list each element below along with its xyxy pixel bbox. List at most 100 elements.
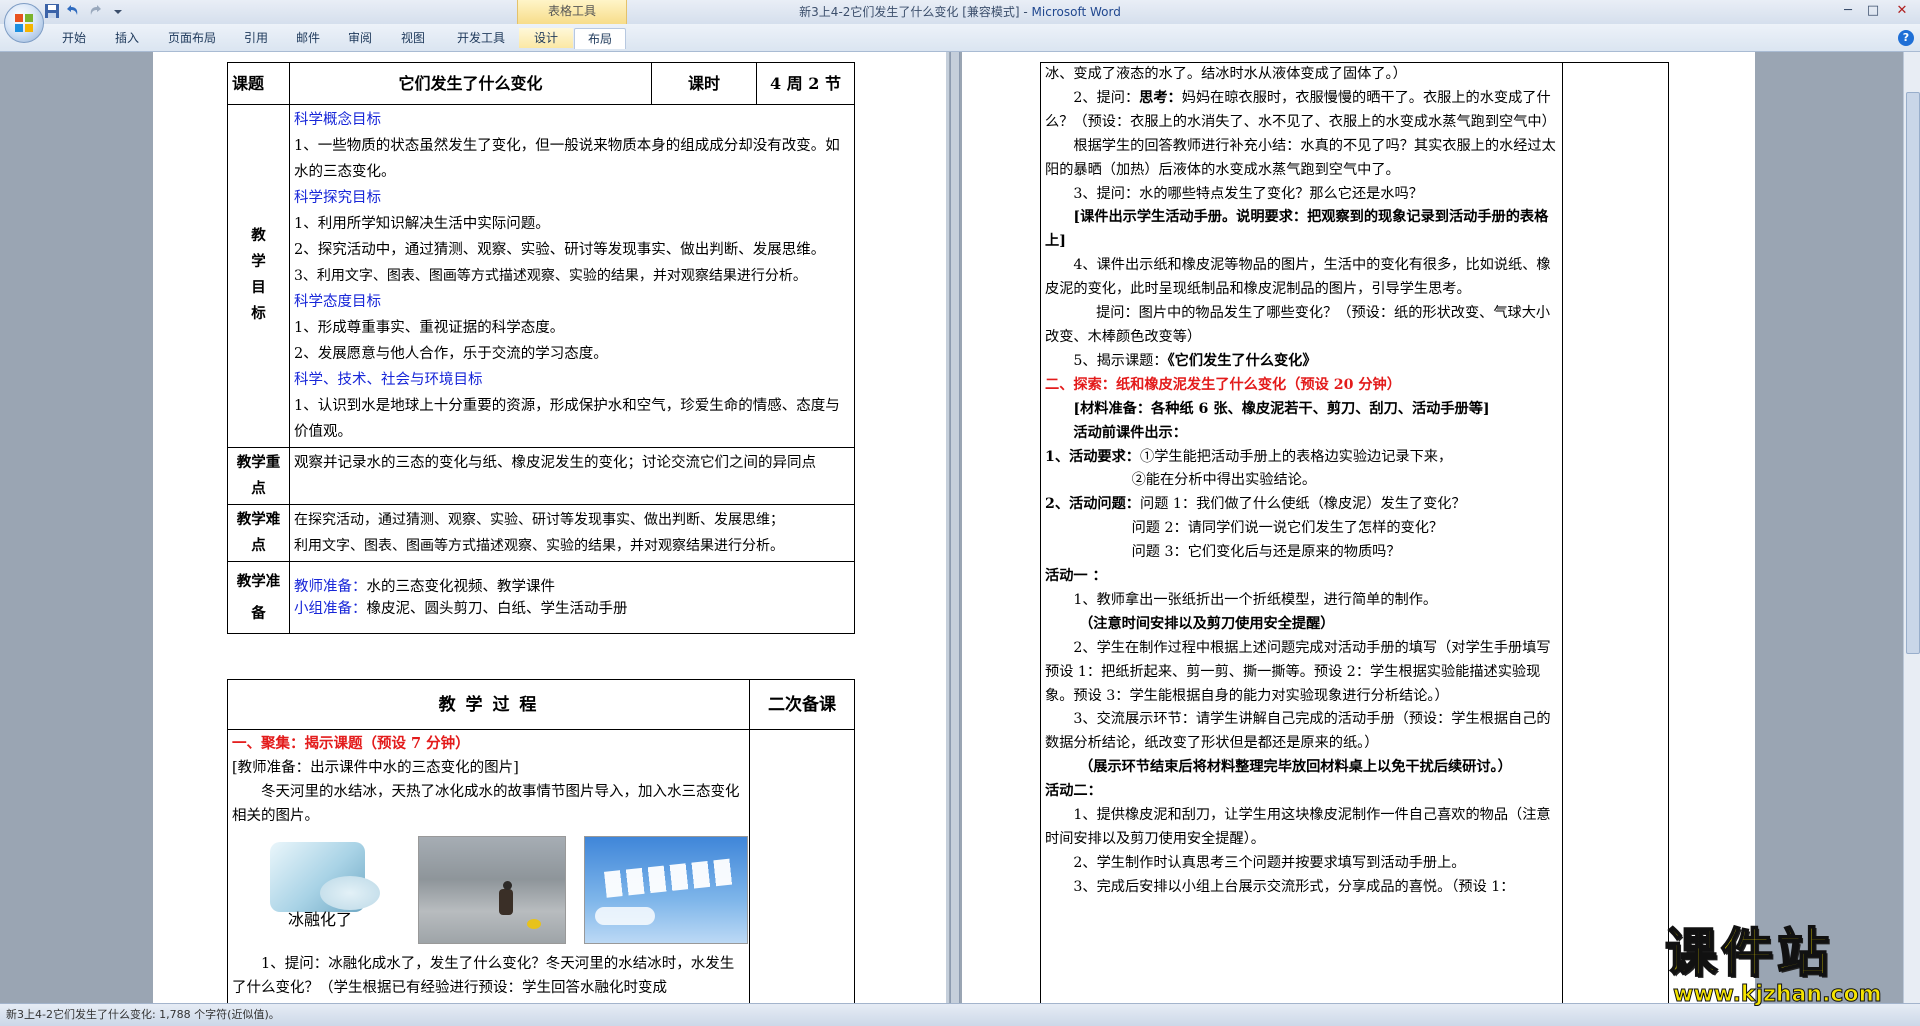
tab-developer[interactable]: 开发工具 [446,28,516,48]
maximize-button[interactable]: □ [1862,2,1884,20]
process-line: 活动二： [1045,780,1558,804]
page-split-bar[interactable] [950,52,960,1003]
tab-mailings[interactable]: 邮件 [285,28,331,48]
undo-button[interactable] [64,3,80,19]
line-text: 2、学生在制作过程中根据上述问题完成对活动手册的填写（对学生手册填写预设 1：把… [1045,639,1551,704]
header-row: 课题 它们发生了什么变化 课时 4 周 2 节 [227,62,855,105]
line-text: [材料准备：各种纸 6 张、橡皮泥若干、剪刀、刮刀、活动手册等] [1073,400,1490,417]
vertical-scrollbar[interactable] [1903,52,1920,1003]
group-prep-label: 小组准备： [294,600,367,617]
tab-insert[interactable]: 插入 [103,28,151,48]
process-line: 活动前课件出示： [1045,422,1558,446]
goals-content: 科学概念目标 1、一些物质的状态虽然发生了变化，但一般说来物质本身的组成成分却没… [289,104,855,448]
office-button[interactable] [4,3,44,43]
ice-melting-caption: 冰融化了 [288,910,353,929]
question-1: 1、提问：冰融化成水了，发生了什么变化？冬天河里的水结冰时，水发生了什么变化？（… [232,956,735,996]
document-title: 新3上4-2它们发生了什么变化 [兼容模式] - [799,5,1032,19]
watermark-url: www.kjzhan.com [1673,982,1883,1008]
preparation-label: 教学准备 [227,561,290,634]
line-text: 问题 1：我们做了什么使纸（橡皮泥）发生了变化？ [1140,496,1466,513]
goal-item: 1、利用所学知识解决生活中实际问题。 [294,216,550,232]
line-text: 问题 2：请同学们说一说它们发生了怎样的变化？ [1131,520,1444,537]
process-line: 2、学生在制作过程中根据上述问题完成对活动手册的填写（对学生手册填写预设 1：把… [1045,637,1558,709]
line-text: ②能在分析中得出实验结论。 [1131,472,1317,489]
section-heading: 一、聚集：揭示课题（预设 7 分钟） [232,735,470,752]
second-prep-label: 二次备课 [749,679,855,730]
second-prep-cell[interactable] [749,729,855,1003]
line-text: [课件出示学生活动手册。说明要求：把观察到的现象记录到活动手册的表格上] [1045,209,1549,250]
bold-text: 1、活动要求： [1045,448,1140,465]
process-line: 活动一 ： [1045,565,1558,589]
line-text: 问题 3：它们变化后与还是原来的物质吗？ [1131,544,1401,561]
tab-home[interactable]: 开始 [50,28,98,48]
teacher-prep-label: 教师准备： [294,578,367,595]
line-text: （展示环节结束后将材料整理完毕放回材料桌上以免干扰后续研讨。） [1079,759,1512,776]
tab-review[interactable]: 审阅 [337,28,383,48]
undo-icon [67,5,78,15]
watermark-logo: 课件站 www.kjzhan.com [1664,924,1883,1008]
document-page-right[interactable]: 冰、变成了液态的水了。结冰时水从液体变成了固体了。） 2、提问：思考：妈妈在晾衣服… [962,52,1755,1003]
tab-view[interactable]: 视图 [390,28,436,48]
window-title: 新3上4-2它们发生了什么变化 [兼容模式] - Microsoft Word [0,0,1920,24]
goal-item: 1、一些物质的状态虽然发生了变化，但一般说来物质本身的组成成分却没有改变。如水的… [294,138,840,180]
line-text: 根据学生的回答教师进行补充小结：水真的不见了吗？其实衣服上的水经过太阳的暴晒（加… [1045,137,1556,178]
process-line: 根据学生的回答教师进行补充小结：水真的不见了吗？其实衣服上的水经过太阳的暴晒（加… [1045,135,1558,183]
scrollbar-thumb[interactable] [1906,92,1920,654]
process-content: 一、聚集：揭示课题（预设 7 分钟） [教师准备：出示课件中水的三态变化的图片]… [227,729,750,1003]
process-table-continued: 冰、变成了液态的水了。结冰时水从液体变成了固体了。） 2、提问：思考：妈妈在晾衣服… [1040,62,1669,1003]
process-line: [课件出示学生活动手册。说明要求：把观察到的现象记录到活动手册的表格上] [1045,206,1558,254]
close-button[interactable]: ✕ [1891,2,1913,20]
process-line: 2、活动问题：问题 1：我们做了什么使纸（橡皮泥）发生了变化？ [1045,493,1558,517]
process-line: [材料准备：各种纸 6 张、橡皮泥若干、剪刀、刮刀、活动手册等] [1045,398,1558,422]
drying-clothes-image [584,836,749,944]
help-icon[interactable]: ? [1898,30,1914,46]
difficulties-label: 教学难点 [227,504,290,562]
tab-references[interactable]: 引用 [233,28,279,48]
watermark-title: 课件站 [1664,924,1834,984]
process-line: ②能在分析中得出实验结论。 [1045,469,1558,493]
bold-text: 活动一 ： [1045,568,1107,585]
teacher-prep: 教师准备：水的三态变化视频、教学课件 [294,576,850,598]
process-line: 问题 3：它们变化后与还是原来的物质吗？ [1045,541,1558,565]
goal-heading: 科学态度目标 [294,294,381,310]
line-text: 活动前课件出示： [1073,424,1187,441]
second-prep-cell[interactable] [1562,62,1669,1003]
line-text: 3、提问：水的哪些特点发生了变化？那么它还是水吗？ [1073,185,1423,202]
bold-text: 活动二： [1045,783,1102,800]
process-line: 1、提供橡皮泥和刮刀，让学生用这块橡皮泥制作一件自己喜欢的物品（注意时间安排以及… [1045,804,1558,852]
document-page-left[interactable]: 课题 它们发生了什么变化 课时 4 周 2 节 教 学 目 标 科学概念目标 1… [153,52,946,1003]
difficulties-content: 在探究活动，通过猜测、观察、实验、研讨等发现事实、做出判断、发展思维； 利用文字… [289,504,855,562]
difficulties-row: 教学难点 在探究活动，通过猜测、观察、实验、研讨等发现事实、做出判断、发展思维；… [227,504,855,562]
difficulty-line: 在探究活动，通过猜测、观察、实验、研讨等发现事实、做出判断、发展思维； [294,512,784,528]
minimize-button[interactable]: ─ [1837,2,1859,20]
tab-table-design[interactable]: 设计 [519,28,573,48]
save-button[interactable] [44,3,60,19]
goal-heading: 科学概念目标 [294,112,381,128]
goals-label-char: 标 [251,305,266,322]
line-text: 2、学生制作时认真思考三个问题并按要求填写到活动手册上。 [1073,854,1466,871]
goals-label-char: 目 [251,279,266,296]
process-line: 2、学生制作时认真思考三个问题并按要求填写到活动手册上。 [1045,852,1558,876]
customize-qat-button[interactable] [110,3,122,19]
goal-item: 1、形成尊重事实、重视证据的科学态度。 [294,320,565,336]
goal-item: 3、利用文字、图表、图画等方式描述观察、实验的结果，并对观察结果进行分析。 [294,268,807,284]
line-text: 3、完成后安排以小组上台展示交流形式，分享成品的喜悦。（预设 1： [1073,878,1515,895]
goal-item: 1、认识到水是地球上十分重要的资源，形成保护水和空气，珍爱生命的情感、态度与价值… [294,398,840,440]
line-text: 1、提供橡皮泥和刮刀，让学生用这块橡皮泥制作一件自己喜欢的物品（注意时间安排以及… [1045,807,1551,847]
bold-text: 《它们发生了什么变化》 [1167,352,1317,369]
lesson-title: 它们发生了什么变化 [289,62,652,105]
save-icon [45,4,59,18]
goal-heading: 科学、技术、社会与环境目标 [294,372,483,388]
process-line: （展示环节结束后将材料整理完毕放回材料桌上以免干扰后续研讨。） [1045,756,1558,780]
preparation-row: 教学准备 教师准备：水的三态变化视频、教学课件 小组准备：橡皮泥、圆头剪刀、白纸… [227,561,855,634]
process-line: （注意时间安排以及剪刀使用安全提醒） [1045,613,1558,637]
period-label: 课时 [651,62,757,105]
breaking-ice-image [417,836,566,944]
customize-qat-icon [114,10,122,14]
redo-button[interactable] [88,3,104,19]
left-pane-edge [946,52,949,1003]
tab-page-layout[interactable]: 页面布局 [160,28,224,48]
line-text: 1、教师拿出一张纸折出一个折纸模型，进行简单的制作。 [1073,591,1438,608]
process-title: 教 学 过 程 [227,679,750,730]
tab-table-layout[interactable]: 布局 [574,28,626,49]
